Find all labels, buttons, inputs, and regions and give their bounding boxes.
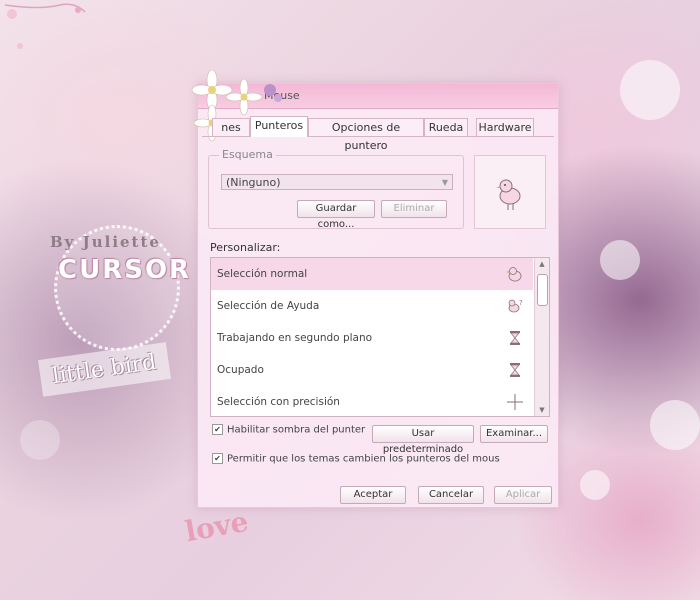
branding-tagline: little bird xyxy=(38,342,171,397)
corner-ornament xyxy=(4,3,86,49)
list-item[interactable]: Selección con precisión xyxy=(211,386,533,416)
scheme-selected-value: (Ninguno) xyxy=(226,176,281,189)
use-default-button[interactable]: Usar predeterminado xyxy=(372,425,474,455)
tab-hardware[interactable]: Hardware xyxy=(476,118,534,137)
shadow-label: Habilitar sombra del punter xyxy=(227,424,366,436)
pointer-preview xyxy=(474,155,546,229)
crosshair-icon xyxy=(507,394,523,410)
bokeh-light xyxy=(580,470,610,500)
svg-text:?: ? xyxy=(519,299,523,307)
list-item-label: Selección de Ayuda xyxy=(217,300,320,312)
apply-button[interactable]: Aplicar xyxy=(494,486,552,504)
scheme-dropdown[interactable]: (Ninguno) ▼ xyxy=(221,174,453,190)
tab-strip: nes Punteros Opciones de puntero Rueda H… xyxy=(198,116,558,152)
scheme-legend: Esquema xyxy=(219,148,276,161)
chevron-down-icon: ▼ xyxy=(441,178,448,187)
tab-punteros[interactable]: Punteros xyxy=(250,116,308,137)
list-item[interactable]: Selección de Ayuda ? xyxy=(211,290,533,322)
tab-botones[interactable]: nes xyxy=(212,118,250,137)
scheme-group: Esquema (Ninguno) ▼ Guardar como... Elim… xyxy=(208,148,464,230)
love-decoration: love xyxy=(182,504,251,549)
list-scrollbar[interactable]: ▲ ▼ xyxy=(534,258,549,416)
list-item[interactable]: Selección normal xyxy=(211,258,533,290)
scroll-up-icon[interactable]: ▲ xyxy=(535,258,549,270)
hourglass-bird-icon xyxy=(510,331,520,345)
list-item[interactable]: Ocupado xyxy=(211,354,533,386)
bird-normal-select-icon xyxy=(506,267,522,282)
browse-button[interactable]: Examinar... xyxy=(480,425,548,443)
mouse-properties-window: Mouse nes Punteros Opciones de puntero R… xyxy=(191,69,559,508)
punteros-panel: Esquema (Ninguno) ▼ Guardar como... Elim… xyxy=(202,136,554,467)
bokeh-light xyxy=(20,420,60,460)
themes-checkbox[interactable]: ✔ xyxy=(212,453,223,464)
tab-rueda[interactable]: Rueda xyxy=(424,118,468,137)
bokeh-light xyxy=(620,60,680,120)
cancel-button[interactable]: Cancelar xyxy=(418,486,484,504)
ok-button[interactable]: Aceptar xyxy=(340,486,406,504)
branding-author: By Juliette xyxy=(50,233,161,251)
bokeh-light xyxy=(650,400,700,450)
scroll-down-icon[interactable]: ▼ xyxy=(535,404,549,416)
customize-label: Personalizar: xyxy=(210,241,281,254)
bird-pointer-icon xyxy=(496,179,521,210)
list-item-label: Trabajando en segundo plano xyxy=(217,332,373,344)
hourglass-icon xyxy=(510,363,520,377)
tab-opciones-de-puntero[interactable]: Opciones de puntero xyxy=(308,118,424,152)
bokeh-light xyxy=(600,240,640,280)
delete-scheme-button[interactable]: Eliminar xyxy=(381,200,447,218)
save-as-button[interactable]: Guardar como... xyxy=(297,200,375,230)
themes-label: Permitir que los temas cambien los punte… xyxy=(227,453,500,465)
shadow-checkbox-row[interactable]: ✔ Habilitar sombra del punter xyxy=(212,424,365,436)
list-item-label: Selección normal xyxy=(217,268,308,280)
branding-badge: By Juliette CURSOR little bird xyxy=(38,215,192,405)
list-item[interactable]: Trabajando en segundo plano xyxy=(211,322,533,354)
list-item-label: Selección con precisión xyxy=(217,396,340,408)
scrollbar-thumb[interactable] xyxy=(537,274,548,306)
list-item-label: Ocupado xyxy=(217,364,264,376)
pointer-list[interactable]: Selección normal Selección de Ayuda ? Tr… xyxy=(210,257,550,417)
bird-help-select-icon: ? xyxy=(508,299,523,313)
branding-title: CURSOR xyxy=(58,255,192,285)
themes-checkbox-row[interactable]: ✔ Permitir que los temas cambien los punt… xyxy=(212,453,500,465)
shadow-checkbox[interactable]: ✔ xyxy=(212,424,223,435)
